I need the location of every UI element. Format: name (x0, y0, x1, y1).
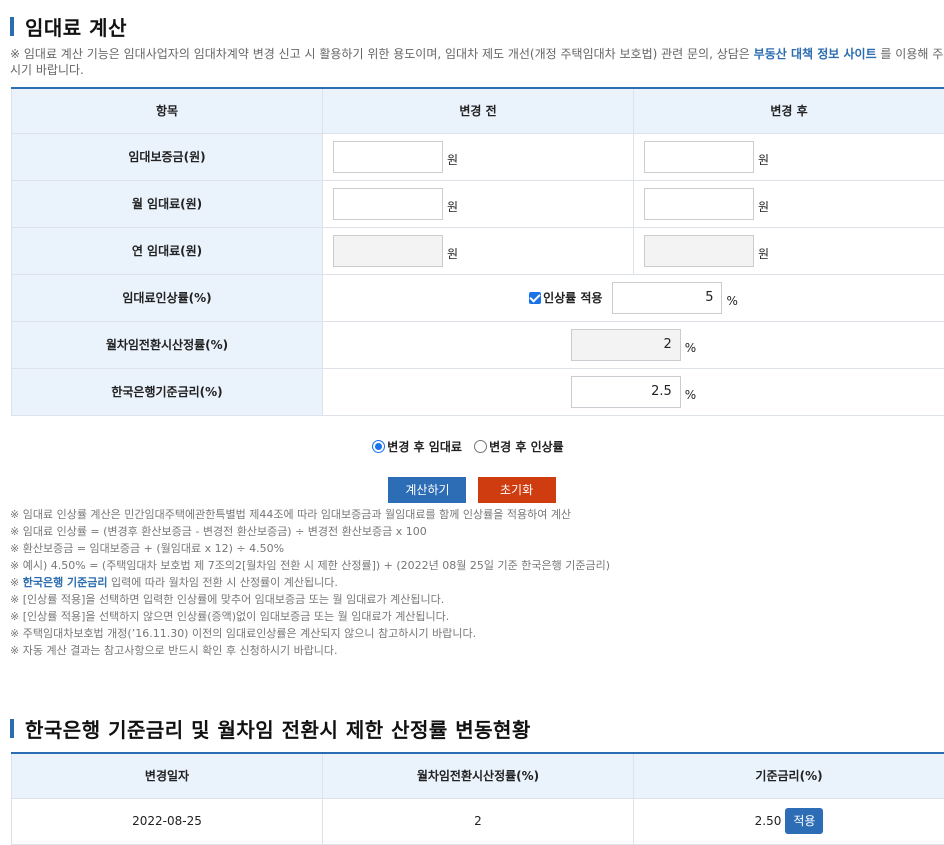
radio-rent-after-label[interactable]: 변경 후 임대료 (387, 440, 462, 454)
note-item: 한국은행 기준금리 입력에 따라 월차임 전환 시 산정률이 계산됩니다. (10, 574, 930, 591)
monthly-after-input[interactable] (644, 187, 754, 220)
calc-mode-radio-group: 변경 후 임대료 변경 후 인상률 (0, 438, 944, 455)
note-item: 임대료 인상률 = (변경후 환산보증금 - 변경전 환산보증금) ÷ 변경전 … (10, 523, 930, 540)
yearly-rent-label: 연 임대료(원) (11, 226, 323, 275)
section-title-rates-text: 한국은행 기준금리 및 월차임 전환시 제한 산정률 변동현황 (25, 718, 531, 742)
unit-label: 원 (758, 200, 770, 214)
note-item: [인상률 적용]을 선택하지 않으면 인상률(증액)없이 임대보증금 또는 월 … (10, 608, 930, 625)
page-title-text: 임대료 계산 (25, 16, 127, 40)
row-rate: 2.50 (754, 814, 782, 828)
policy-site-link[interactable]: 부동산 대책 정보 사이트 (754, 47, 877, 61)
page-title: 임대료 계산 (10, 12, 127, 41)
apply-rate-checkbox-label[interactable]: 인상률 적용 (543, 289, 602, 306)
section-title-rates: 한국은행 기준금리 및 월차임 전환시 제한 산정률 변동현황 (10, 714, 531, 743)
calculate-button[interactable]: 계산하기 (388, 477, 467, 503)
radio-rent-after[interactable] (372, 440, 386, 453)
apply-rate-checkbox[interactable] (529, 291, 542, 304)
unit-label: 원 (758, 153, 770, 167)
bok-rate-label: 한국은행기준금리(%) (11, 367, 323, 416)
action-buttons: 계산하기 초기화 (0, 477, 944, 503)
unit-label: 원 (447, 200, 459, 214)
rent-calc-table: 항목 변경 전 변경 후 임대보증금(원) 원 원 월 임대료(원) 원 원 연… (11, 87, 944, 416)
note-item: 주택임대차보호법 개정(’16.11.30) 이전의 임대료인상률은 계산되지 … (10, 625, 930, 642)
note-item: 예시) 4.50% = (주택임대차 보호법 제 7조의2[월차임 전환 시 제… (10, 557, 930, 574)
table-row: 2022-08-25 2 2.50 적용 (11, 797, 944, 845)
increase-rate-label: 임대료인상률(%) (11, 273, 323, 322)
bok-rate-input[interactable]: 2.5 (570, 375, 681, 408)
radio-rate-after-label[interactable]: 변경 후 인상률 (489, 440, 564, 454)
note-item: [인상률 적용]을 선택하면 입력한 인상률에 맞추어 임대보증금 또는 월 임… (10, 591, 930, 608)
monthly-before-input[interactable] (333, 187, 443, 220)
radio-rate-after[interactable] (474, 440, 488, 453)
header-item: 항목 (11, 87, 323, 134)
header-before: 변경 전 (322, 87, 634, 134)
deposit-before-input[interactable] (333, 140, 443, 173)
conversion-rate-field: 2 (570, 328, 681, 361)
bok-rate-link[interactable]: 한국은행 기준금리 (23, 576, 108, 589)
note-item: 환산보증금 = 임대보증금 + (월임대료 x 12) ÷ 4.50% (10, 540, 930, 557)
yearly-after-field (644, 234, 754, 267)
intro-notice: ※ 임대료 계산 기능은 임대사업자의 임대차계약 변경 신고 시 활용하기 위… (10, 46, 944, 78)
note-item: 임대료 인상률 계산은 민간임대주택에관한특별법 제44조에 따라 임대보증금과… (10, 506, 930, 523)
notes-list: 임대료 인상률 계산은 민간임대주택에관한특별법 제44조에 따라 임대보증금과… (10, 506, 930, 659)
header-date: 변경일자 (11, 752, 323, 799)
row-date: 2022-08-25 (11, 797, 323, 845)
title-bar (10, 719, 14, 738)
intro-text: ※ 임대료 계산 기능은 임대사업자의 임대차계약 변경 신고 시 활용하기 위… (10, 47, 754, 61)
unit-label: % (684, 340, 697, 355)
unit-label: % (684, 387, 697, 402)
header-base-rate: 기준금리(%) (633, 752, 944, 799)
note-item: 자동 계산 결과는 참고사항으로 반드시 확인 후 신청하시기 바랍니다. (10, 642, 930, 659)
unit-label: 원 (758, 247, 770, 261)
reset-button[interactable]: 초기화 (477, 477, 556, 503)
deposit-after-input[interactable] (644, 140, 754, 173)
unit-label: 원 (447, 153, 459, 167)
header-conversion: 월차임전환시산정률(%) (322, 752, 634, 799)
yearly-before-field (333, 234, 443, 267)
unit-label: 원 (447, 247, 459, 261)
row-rate-cell: 2.50 적용 (633, 797, 944, 845)
increase-rate-input[interactable]: 5 (612, 281, 723, 314)
deposit-label: 임대보증금(원) (11, 132, 323, 181)
conversion-rate-label: 월차임전환시산정률(%) (11, 320, 323, 369)
apply-button[interactable]: 적용 (785, 808, 824, 834)
rate-history-table: 변경일자 월차임전환시산정률(%) 기준금리(%) 2022-08-25 2 2… (11, 752, 944, 845)
title-bar (10, 17, 14, 36)
header-after: 변경 후 (633, 87, 944, 134)
monthly-rent-label: 월 임대료(원) (11, 179, 323, 228)
note-item-text: 입력에 따라 월차임 전환 시 산정률이 계산됩니다. (111, 576, 338, 589)
row-conversion: 2 (322, 797, 634, 845)
unit-label: % (726, 293, 738, 308)
